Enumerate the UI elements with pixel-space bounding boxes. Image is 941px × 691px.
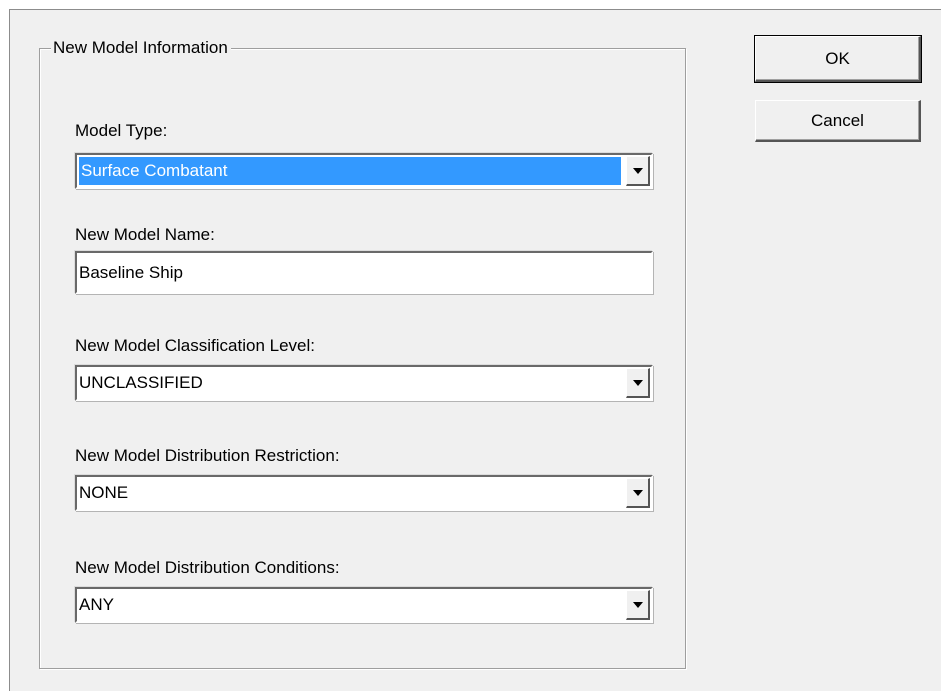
classification-level-value: UNCLASSIFIED [79, 373, 203, 392]
model-name-label: New Model Name: [75, 225, 215, 244]
chevron-down-icon[interactable] [626, 368, 650, 398]
model-name-input[interactable]: Baseline Ship [75, 251, 653, 294]
cancel-button[interactable]: Cancel [755, 100, 921, 142]
classification-level-dropdown[interactable]: UNCLASSIFIED [75, 365, 653, 401]
distribution-conditions-value: ANY [79, 595, 114, 614]
group-title: New Model Information [51, 38, 231, 58]
distribution-restriction-value: NONE [79, 483, 129, 502]
model-type-label: Model Type: [75, 121, 168, 140]
chevron-down-icon[interactable] [626, 156, 650, 186]
chevron-down-icon[interactable] [626, 478, 650, 508]
chevron-down-icon[interactable] [626, 590, 650, 620]
classification-level-label: New Model Classification Level: [75, 336, 315, 355]
new-model-dialog: New Model Information Model Type: Surfac… [9, 9, 941, 691]
model-type-value: Surface Combatant [79, 157, 621, 185]
model-type-dropdown[interactable]: Surface Combatant [75, 153, 653, 189]
distribution-restriction-dropdown[interactable]: NONE [75, 475, 653, 511]
distribution-restriction-label: New Model Distribution Restriction: [75, 446, 340, 465]
ok-button[interactable]: OK [754, 35, 922, 83]
distribution-conditions-dropdown[interactable]: ANY [75, 587, 653, 623]
distribution-conditions-label: New Model Distribution Conditions: [75, 558, 340, 577]
